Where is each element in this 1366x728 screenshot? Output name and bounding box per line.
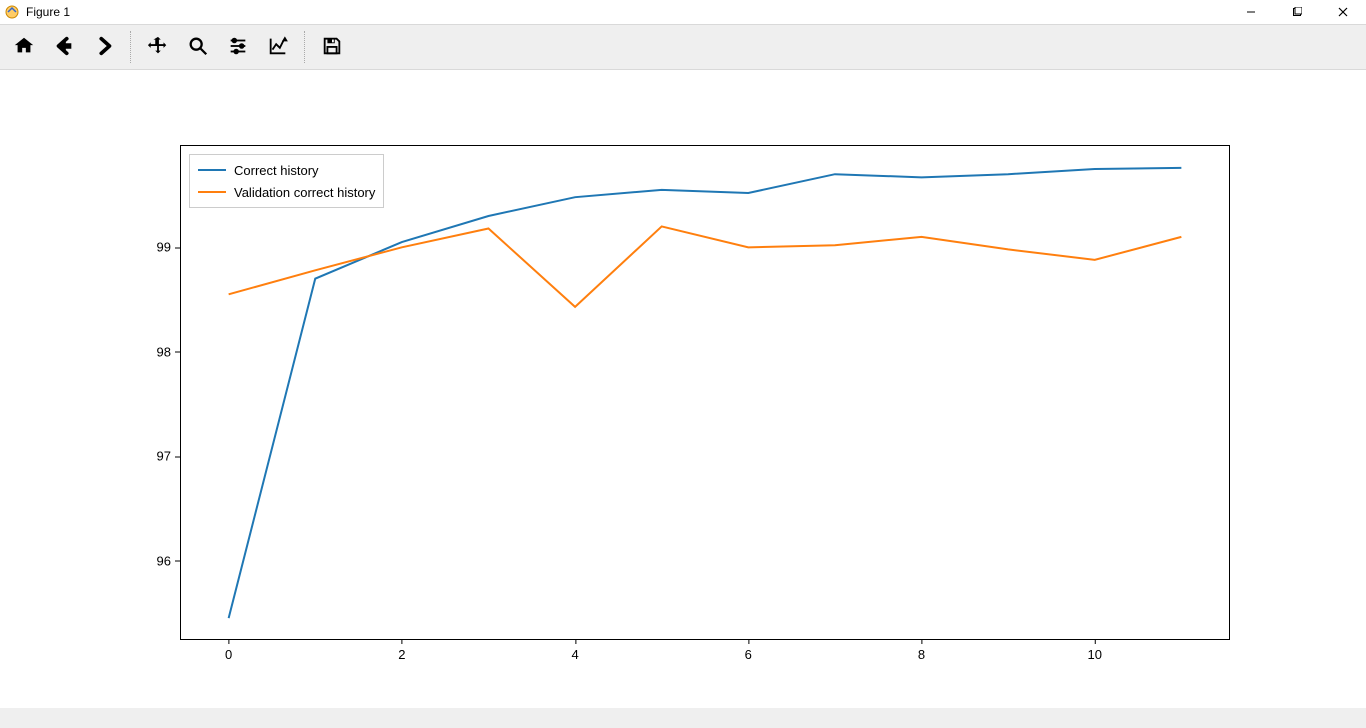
zoom-button[interactable] bbox=[178, 27, 218, 67]
x-tick-label: 6 bbox=[745, 647, 752, 662]
toolbar-separator bbox=[130, 31, 132, 63]
home-icon bbox=[13, 35, 35, 60]
plot-area: Correct history Validation correct histo… bbox=[0, 70, 1366, 708]
window-controls bbox=[1228, 0, 1366, 24]
save-icon bbox=[321, 35, 343, 60]
x-tick-label: 8 bbox=[918, 647, 925, 662]
y-tick-label: 97 bbox=[157, 449, 171, 464]
series-line bbox=[229, 168, 1182, 618]
x-tick-label: 2 bbox=[398, 647, 405, 662]
save-button[interactable] bbox=[312, 27, 352, 67]
legend-item: Correct history bbox=[198, 159, 375, 181]
forward-button[interactable] bbox=[84, 27, 124, 67]
y-tick-label: 98 bbox=[157, 344, 171, 359]
back-button[interactable] bbox=[44, 27, 84, 67]
forward-icon bbox=[93, 35, 115, 60]
legend: Correct history Validation correct histo… bbox=[189, 154, 384, 208]
minimize-button[interactable] bbox=[1228, 0, 1274, 24]
home-button[interactable] bbox=[4, 27, 44, 67]
axes-edit-icon bbox=[267, 35, 289, 60]
chart-lines bbox=[181, 146, 1229, 639]
statusbar bbox=[0, 708, 1366, 728]
y-tick-label: 99 bbox=[157, 240, 171, 255]
toolbar-separator bbox=[304, 31, 306, 63]
axes-edit-button[interactable] bbox=[258, 27, 298, 67]
back-icon bbox=[53, 35, 75, 60]
toolbar bbox=[0, 24, 1366, 70]
legend-swatch bbox=[198, 191, 226, 193]
configure-button[interactable] bbox=[218, 27, 258, 67]
y-tick-label: 96 bbox=[157, 553, 171, 568]
legend-swatch bbox=[198, 169, 226, 171]
legend-label: Validation correct history bbox=[234, 185, 375, 200]
maximize-button[interactable] bbox=[1274, 0, 1320, 24]
legend-label: Correct history bbox=[234, 163, 319, 178]
chart-axes: Correct history Validation correct histo… bbox=[180, 145, 1230, 640]
pan-icon bbox=[147, 35, 169, 60]
x-tick-label: 4 bbox=[571, 647, 578, 662]
window-title: Figure 1 bbox=[26, 5, 70, 19]
configure-icon bbox=[227, 35, 249, 60]
series-line bbox=[229, 226, 1182, 306]
x-tick-label: 0 bbox=[225, 647, 232, 662]
pan-button[interactable] bbox=[138, 27, 178, 67]
legend-item: Validation correct history bbox=[198, 181, 375, 203]
x-tick-label: 10 bbox=[1088, 647, 1102, 662]
zoom-icon bbox=[187, 35, 209, 60]
app-icon bbox=[4, 4, 20, 20]
close-button[interactable] bbox=[1320, 0, 1366, 24]
titlebar: Figure 1 bbox=[0, 0, 1366, 24]
